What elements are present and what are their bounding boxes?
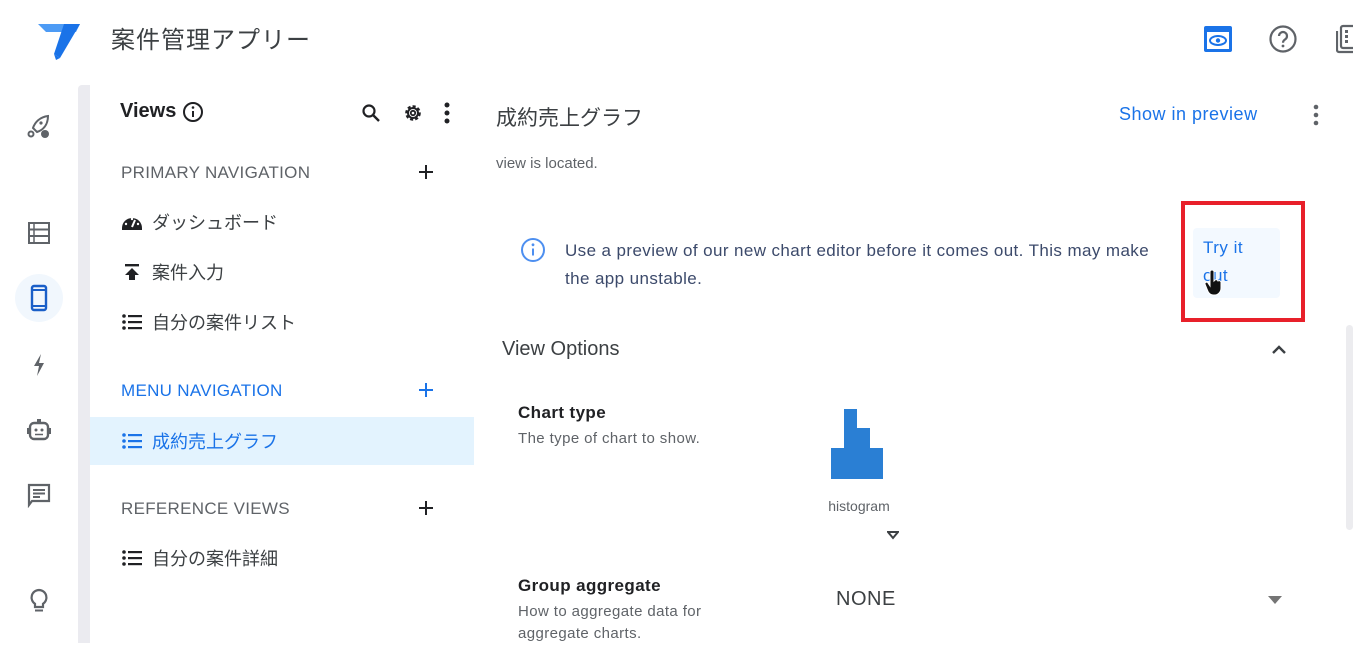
nav-item-case-input[interactable]: 案件入力 — [90, 248, 474, 296]
top-bar: 案件管理アプリー — [0, 0, 1353, 78]
views-settings-button[interactable] — [402, 102, 424, 124]
left-rail — [0, 78, 78, 643]
view-more-button[interactable] — [1306, 102, 1326, 128]
rail-automation-button[interactable] — [24, 350, 54, 380]
dropdown-caret-icon[interactable] — [1268, 596, 1282, 604]
histogram-bar — [857, 428, 870, 479]
kebab-menu-icon — [444, 102, 450, 124]
histogram-chart-icon — [831, 409, 883, 479]
copy-app-button[interactable] — [1333, 24, 1353, 54]
show-in-preview-link[interactable]: Show in preview — [1119, 104, 1258, 125]
rail-data-button[interactable] — [24, 218, 54, 248]
histogram-bar — [844, 409, 857, 479]
list-icon — [121, 548, 143, 568]
nav-item-label: 成約売上グラフ — [152, 432, 278, 452]
nav-item-sales-chart[interactable]: 成約売上グラフ — [90, 417, 474, 465]
dropdown-caret-icon[interactable] — [887, 530, 899, 540]
rail-app-button[interactable] — [15, 274, 63, 322]
nav-item-label: ダッシュボード — [152, 213, 278, 233]
app-title: 案件管理アプリー — [111, 27, 311, 54]
section-menu-navigation: MENU NAVIGATION — [121, 381, 283, 400]
histogram-bar — [870, 448, 883, 479]
search-icon — [362, 104, 380, 122]
add-reference-view-plus-icon[interactable] — [416, 498, 436, 518]
list-icon — [121, 312, 143, 332]
view-position-description: view is located. — [496, 155, 598, 172]
add-primary-view-plus-icon[interactable] — [416, 162, 436, 182]
view-options-title: View Options — [502, 338, 620, 360]
rail-feedback-button[interactable] — [24, 480, 54, 510]
rocket-icon — [27, 114, 50, 138]
nav-item-label: 自分の案件詳細 — [152, 549, 278, 569]
views-panel: Views PRIMARY NAVIGATION ダッシュボード 案件入力 自分… — [90, 78, 474, 643]
nav-item-dashboard[interactable]: ダッシュボード — [90, 198, 474, 246]
preview-toggle-button[interactable] — [1203, 24, 1233, 54]
add-menu-view-plus-icon[interactable] — [416, 380, 436, 400]
scrollbar[interactable] — [1346, 325, 1353, 530]
chart-type-value: histogram — [828, 498, 890, 514]
rail-deploy-button[interactable] — [24, 111, 54, 141]
appsheet-logo-icon — [38, 24, 80, 60]
view-title: 成約売上グラフ — [496, 107, 643, 130]
nav-item-my-case-detail[interactable]: 自分の案件詳細 — [90, 534, 474, 582]
rail-bots-button[interactable] — [24, 415, 54, 445]
chart-type-label: Chart type — [518, 403, 607, 422]
help-button[interactable] — [1268, 24, 1298, 54]
lightbulb-icon — [30, 588, 48, 612]
nav-item-label: 自分の案件リスト — [152, 313, 296, 333]
help-icon — [1269, 25, 1297, 53]
info-icon — [521, 238, 545, 262]
group-aggregate-label: Group aggregate — [518, 576, 661, 595]
views-more-button[interactable] — [436, 102, 458, 124]
nav-item-label: 案件入力 — [152, 263, 224, 283]
group-aggregate-description: How to aggregate data for aggregate char… — [518, 603, 702, 642]
info-icon[interactable] — [182, 101, 204, 123]
upload-icon — [121, 262, 143, 282]
robot-icon — [27, 419, 51, 441]
bolt-icon — [34, 354, 44, 376]
list-icon — [121, 431, 143, 451]
views-header: Views — [120, 100, 204, 123]
nav-item-my-case-list[interactable]: 自分の案件リスト — [90, 298, 474, 346]
views-search-button[interactable] — [360, 102, 382, 124]
hand-cursor-icon — [1204, 270, 1222, 296]
views-title: Views — [120, 100, 177, 122]
group-aggregate-value: NONE — [836, 588, 896, 610]
copy-app-icon — [1336, 24, 1353, 54]
table-icon — [28, 222, 50, 244]
chart-type-description: The type of chart to show. — [518, 430, 701, 447]
chevron-up-icon[interactable] — [1268, 340, 1290, 360]
view-editor: 成約売上グラフ Show in preview view is located.… — [474, 78, 1353, 643]
kebab-menu-icon — [1313, 104, 1319, 126]
gear-icon — [405, 105, 421, 121]
chart-type-picker[interactable]: histogram — [814, 406, 904, 546]
rail-divider — [78, 85, 90, 643]
rail-ideas-button[interactable] — [24, 586, 54, 616]
mobile-icon — [30, 284, 48, 312]
section-reference-views: REFERENCE VIEWS — [121, 499, 290, 518]
preview-eye-icon — [1204, 26, 1232, 52]
dashboard-icon — [121, 212, 143, 232]
chart-editor-banner-text: Use a preview of our new chart editor be… — [565, 241, 1150, 288]
chat-icon — [27, 483, 51, 508]
section-primary-navigation: PRIMARY NAVIGATION — [121, 163, 311, 182]
histogram-bar — [831, 448, 844, 479]
